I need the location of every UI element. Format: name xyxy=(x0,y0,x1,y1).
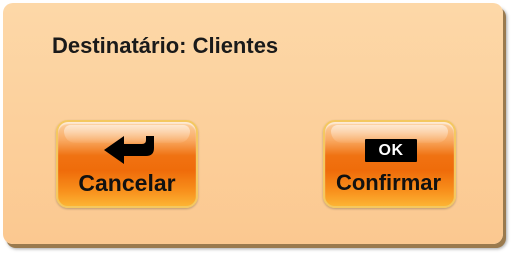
confirm-button-label: Confirmar xyxy=(335,170,442,195)
dialog-title: Destinatário: Clientes xyxy=(52,33,279,58)
confirm-button[interactable]: OK Confirmar xyxy=(323,120,456,208)
cancel-button-label: Cancelar xyxy=(78,170,176,196)
ok-icon: OK xyxy=(365,139,417,162)
cancel-button[interactable]: Cancelar xyxy=(56,120,198,208)
recipient-dialog: Destinatário: Clientes Cancelar OK Confi… xyxy=(3,3,503,244)
return-arrow-icon xyxy=(104,136,154,164)
